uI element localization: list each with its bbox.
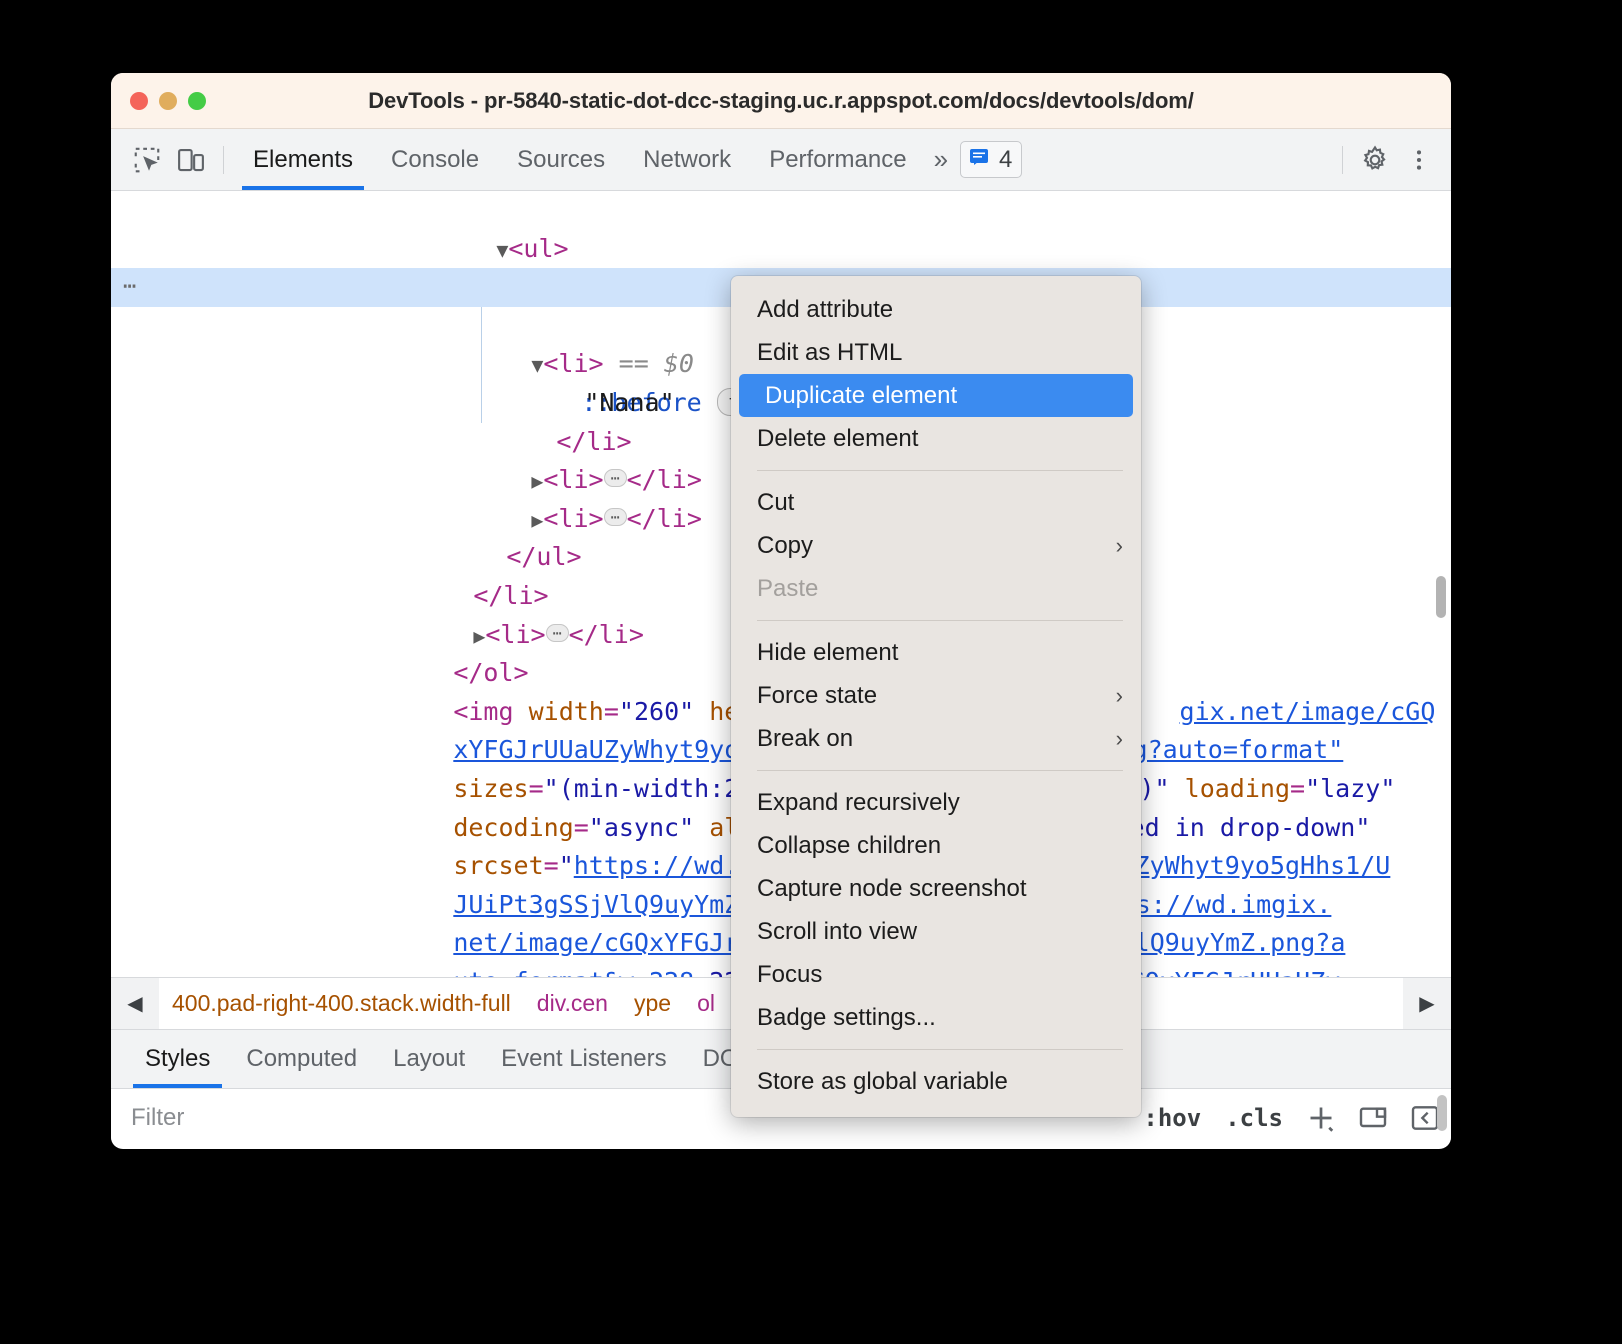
chevron-right-icon: › (1115, 725, 1123, 751)
menu-separator-3 (757, 770, 1123, 771)
menu-item-label: Store as global variable (757, 1067, 1008, 1095)
breadcrumb-forward-button[interactable]: ▶ (1403, 978, 1451, 1029)
issues-counter-button[interactable]: 4 (960, 141, 1023, 178)
tab-event-listeners-label: Event Listeners (501, 1045, 667, 1072)
issues-message-icon (967, 145, 991, 174)
menu-item-paste: Paste (731, 567, 1141, 610)
menu-item-label: Focus (757, 960, 823, 988)
menu-item-focus[interactable]: Focus (731, 953, 1141, 996)
menu-item-duplicate-element[interactable]: Duplicate element (739, 374, 1133, 417)
menu-item-label: Delete element (757, 424, 919, 452)
more-tabs-icon[interactable]: » (926, 144, 956, 175)
inspect-cursor-icon[interactable] (125, 138, 169, 182)
window-controls (130, 91, 206, 110)
issues-count: 4 (999, 145, 1013, 173)
menu-item-expand-recursively[interactable]: Expand recursively (731, 781, 1141, 824)
context-menu[interactable]: Add attribute Edit as HTML Duplicate ele… (731, 276, 1141, 1117)
menu-item-label: Paste (757, 574, 819, 602)
minimize-button[interactable] (159, 91, 177, 110)
breadcrumb-item-0[interactable]: 400.pad-right-400.stack.width-full (159, 978, 524, 1029)
tab-layout[interactable]: Layout (375, 1030, 483, 1088)
tab-layout-label: Layout (393, 1045, 466, 1072)
menu-item-delete-element[interactable]: Delete element (731, 417, 1141, 460)
toolbar-divider (223, 145, 224, 174)
menu-item-label: Copy (757, 531, 814, 559)
title-bar: DevTools - pr-5840-static-dot-dcc-stagin… (111, 73, 1451, 129)
menu-item-label: Cut (757, 488, 795, 516)
menu-item-label: Break on (757, 724, 854, 752)
tab-console-label: Console (391, 145, 480, 173)
kebab-menu-icon[interactable] (1397, 138, 1441, 182)
devtools-main-toolbar: Elements Console Sources Network Perform… (111, 129, 1451, 191)
menu-item-capture-node-screenshot[interactable]: Capture node screenshot (731, 867, 1141, 910)
breadcrumb-item-3[interactable]: ol (684, 978, 728, 1029)
menu-item-edit-as-html[interactable]: Edit as HTML (731, 331, 1141, 374)
dom-line-ul-open[interactable]: ▼<ul> (111, 191, 1451, 263)
menu-item-badge-settings[interactable]: Badge settings... (731, 996, 1141, 1039)
close-button[interactable] (130, 91, 148, 110)
tab-styles[interactable]: Styles (127, 1030, 228, 1088)
menu-item-store-as-global-variable[interactable]: Store as global variable (731, 1060, 1141, 1103)
menu-separator-2 (757, 620, 1123, 621)
menu-item-label: Scroll into view (757, 917, 918, 945)
tab-styles-label: Styles (145, 1045, 211, 1072)
tab-computed-label: Computed (246, 1045, 358, 1072)
tab-event-listeners[interactable]: Event Listeners (483, 1030, 684, 1088)
menu-item-label: Force state (757, 681, 878, 709)
tab-elements[interactable]: Elements (234, 129, 372, 190)
toolbar-divider-2 (1342, 145, 1343, 174)
menu-item-label: Capture node screenshot (757, 874, 1027, 902)
tab-console[interactable]: Console (372, 129, 498, 190)
menu-item-label: Edit as HTML (757, 338, 903, 366)
chevron-right-icon: › (1115, 532, 1123, 558)
tab-performance[interactable]: Performance (750, 129, 925, 190)
hov-toggle-button[interactable]: :hov (1131, 1104, 1213, 1132)
menu-separator-4 (757, 1049, 1123, 1050)
window-title: DevTools - pr-5840-static-dot-dcc-stagin… (368, 87, 1194, 113)
breadcrumb-item-1[interactable]: div.cen (524, 978, 621, 1029)
toolbar-right-tools (1332, 138, 1451, 182)
device-toolbar-icon[interactable] (169, 138, 213, 182)
breadcrumb-item-2[interactable]: ype (621, 978, 684, 1029)
tab-sources-label: Sources (517, 145, 606, 173)
gear-icon[interactable] (1353, 138, 1397, 182)
menu-item-scroll-into-view[interactable]: Scroll into view (731, 910, 1141, 953)
more-options-dots-icon[interactable]: ⋯ (123, 268, 138, 307)
breadcrumb-back-button[interactable]: ◀ (111, 978, 159, 1029)
menu-item-label: Duplicate element (765, 381, 958, 409)
menu-item-label: Collapse children (757, 831, 942, 859)
dom-scrollbar-track[interactable] (1436, 191, 1449, 977)
tab-sources[interactable]: Sources (498, 129, 624, 190)
menu-item-break-on[interactable]: Break on › (731, 717, 1141, 760)
menu-separator-1 (757, 470, 1123, 471)
cls-toggle-button[interactable]: .cls (1213, 1104, 1295, 1132)
plus-icon[interactable] (1295, 1100, 1347, 1136)
maximize-button[interactable] (188, 91, 206, 110)
menu-item-collapse-children[interactable]: Collapse children (731, 824, 1141, 867)
tab-computed[interactable]: Computed (228, 1030, 375, 1088)
styles-scrollbar-thumb[interactable] (1437, 1095, 1447, 1131)
menu-item-label: Badge settings... (757, 1003, 936, 1031)
panel-tabs: Elements Console Sources Network Perform… (234, 129, 926, 190)
menu-item-force-state[interactable]: Force state › (731, 674, 1141, 717)
chevron-right-icon: › (1115, 682, 1123, 708)
menu-item-copy[interactable]: Copy › (731, 524, 1141, 567)
devtools-window: DevTools - pr-5840-static-dot-dcc-stagin… (111, 73, 1451, 1149)
tab-elements-label: Elements (253, 145, 354, 173)
computed-styles-icon[interactable] (1347, 1102, 1399, 1134)
menu-item-label: Hide element (757, 638, 899, 666)
dom-line-li-collapsed-1[interactable]: ▶<li>⋯</li> (111, 230, 1451, 301)
dom-scrollbar-thumb[interactable] (1436, 576, 1446, 618)
tab-network[interactable]: Network (624, 129, 750, 190)
tab-performance-label: Performance (769, 145, 907, 173)
menu-item-hide-element[interactable]: Hide element (731, 631, 1141, 674)
tab-network-label: Network (643, 145, 732, 173)
menu-item-cut[interactable]: Cut (731, 481, 1141, 524)
menu-item-label: Expand recursively (757, 788, 960, 816)
menu-item-label: Add attribute (757, 295, 894, 323)
menu-item-add-attribute[interactable]: Add attribute (731, 288, 1141, 331)
